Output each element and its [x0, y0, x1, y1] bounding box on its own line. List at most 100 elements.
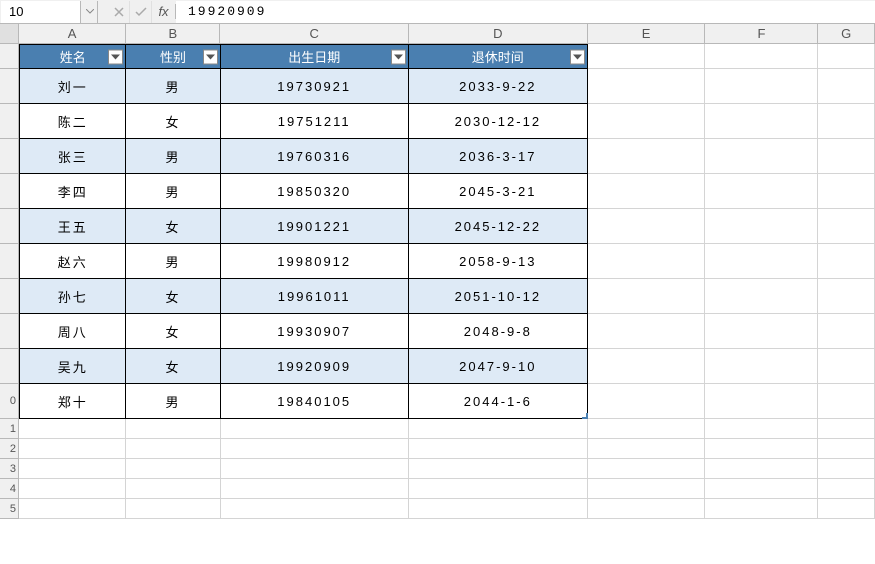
select-all-corner[interactable] [0, 24, 19, 44]
empty-cell[interactable] [19, 419, 126, 439]
empty-cell[interactable] [588, 479, 706, 499]
row-header[interactable] [0, 209, 19, 244]
col-header-c[interactable]: C [220, 24, 408, 44]
empty-cell[interactable] [221, 439, 409, 459]
empty-cell[interactable] [221, 499, 409, 519]
row-header[interactable] [0, 349, 19, 384]
data-cell[interactable]: 女 [126, 104, 220, 139]
empty-cell[interactable] [588, 314, 706, 349]
empty-cell[interactable] [126, 419, 220, 439]
empty-cell[interactable] [818, 349, 875, 384]
data-cell[interactable]: 19980912 [221, 244, 409, 279]
empty-cell[interactable] [588, 459, 706, 479]
header-cell[interactable]: 性别 [126, 44, 220, 69]
data-cell[interactable]: 19840105 [221, 384, 409, 419]
empty-cell[interactable] [818, 479, 875, 499]
row-header[interactable] [0, 314, 19, 349]
filter-button[interactable] [570, 49, 585, 64]
empty-cell[interactable] [818, 499, 875, 519]
empty-cell[interactable] [409, 479, 588, 499]
data-cell[interactable]: 2058-9-13 [409, 244, 588, 279]
data-cell[interactable]: 女 [126, 349, 220, 384]
data-cell[interactable]: 2036-3-17 [409, 139, 588, 174]
empty-cell[interactable] [409, 439, 588, 459]
data-cell[interactable]: 2047-9-10 [409, 349, 588, 384]
empty-cell[interactable] [588, 244, 706, 279]
empty-cell[interactable] [588, 209, 706, 244]
empty-cell[interactable] [126, 479, 220, 499]
filter-button[interactable] [391, 49, 406, 64]
data-cell[interactable]: 男 [126, 139, 220, 174]
empty-cell[interactable] [705, 419, 818, 439]
data-cell[interactable]: 吴九 [19, 349, 126, 384]
empty-cell[interactable] [705, 44, 818, 69]
data-cell[interactable]: 2033-9-22 [409, 69, 588, 104]
data-cell[interactable]: 2045-12-22 [409, 209, 588, 244]
empty-cell[interactable] [705, 69, 818, 104]
row-header[interactable] [0, 279, 19, 314]
row-header[interactable]: 5 [0, 499, 19, 519]
data-cell[interactable]: 2044-1-6 [409, 384, 588, 419]
empty-cell[interactable] [19, 499, 126, 519]
col-header-a[interactable]: A [19, 24, 126, 44]
data-cell[interactable]: 郑十 [19, 384, 126, 419]
empty-cell[interactable] [705, 439, 818, 459]
empty-cell[interactable] [126, 459, 220, 479]
name-box-dropdown[interactable] [82, 1, 98, 23]
empty-cell[interactable] [588, 104, 706, 139]
data-cell[interactable]: 男 [126, 244, 220, 279]
empty-cell[interactable] [588, 139, 706, 174]
empty-cell[interactable] [588, 419, 706, 439]
empty-cell[interactable] [705, 479, 818, 499]
empty-cell[interactable] [705, 459, 818, 479]
empty-cell[interactable] [409, 499, 588, 519]
data-cell[interactable]: 孙七 [19, 279, 126, 314]
data-cell[interactable]: 周八 [19, 314, 126, 349]
empty-cell[interactable] [818, 384, 875, 419]
empty-cell[interactable] [588, 44, 706, 69]
empty-cell[interactable] [818, 459, 875, 479]
empty-cell[interactable] [409, 419, 588, 439]
filter-button[interactable] [108, 49, 123, 64]
col-header-d[interactable]: D [409, 24, 588, 44]
data-cell[interactable]: 19730921 [221, 69, 409, 104]
col-header-g[interactable]: G [818, 24, 875, 44]
empty-cell[interactable] [818, 314, 875, 349]
row-header[interactable]: 3 [0, 459, 19, 479]
empty-cell[interactable] [705, 174, 818, 209]
confirm-button[interactable] [130, 1, 152, 23]
data-cell[interactable]: 2048-9-8 [409, 314, 588, 349]
empty-cell[interactable] [818, 279, 875, 314]
empty-cell[interactable] [588, 499, 706, 519]
data-cell[interactable]: 19920909 [221, 349, 409, 384]
data-cell[interactable]: 19751211 [221, 104, 409, 139]
row-header[interactable]: 1 [0, 419, 19, 439]
empty-cell[interactable] [818, 419, 875, 439]
data-cell[interactable]: 张三 [19, 139, 126, 174]
row-header[interactable] [0, 104, 19, 139]
data-cell[interactable]: 赵六 [19, 244, 126, 279]
empty-cell[interactable] [705, 384, 818, 419]
row-header[interactable] [0, 139, 19, 174]
empty-cell[interactable] [818, 174, 875, 209]
header-cell[interactable]: 姓名 [19, 44, 126, 69]
data-cell[interactable]: 19760316 [221, 139, 409, 174]
data-cell[interactable]: 2030-12-12 [409, 104, 588, 139]
data-cell[interactable]: 男 [126, 174, 220, 209]
header-cell[interactable]: 出生日期 [221, 44, 409, 69]
data-cell[interactable]: 王五 [19, 209, 126, 244]
name-box[interactable]: 10 [1, 1, 81, 23]
empty-cell[interactable] [19, 439, 126, 459]
data-cell[interactable]: 李四 [19, 174, 126, 209]
data-cell[interactable]: 19901221 [221, 209, 409, 244]
empty-cell[interactable] [588, 69, 706, 104]
header-cell[interactable]: 退休时间 [409, 44, 588, 69]
row-header[interactable] [0, 69, 19, 104]
empty-cell[interactable] [818, 209, 875, 244]
empty-cell[interactable] [221, 459, 409, 479]
empty-cell[interactable] [126, 439, 220, 459]
row-header[interactable]: 0 [0, 384, 19, 419]
empty-cell[interactable] [19, 479, 126, 499]
data-cell[interactable]: 男 [126, 384, 220, 419]
empty-cell[interactable] [705, 499, 818, 519]
